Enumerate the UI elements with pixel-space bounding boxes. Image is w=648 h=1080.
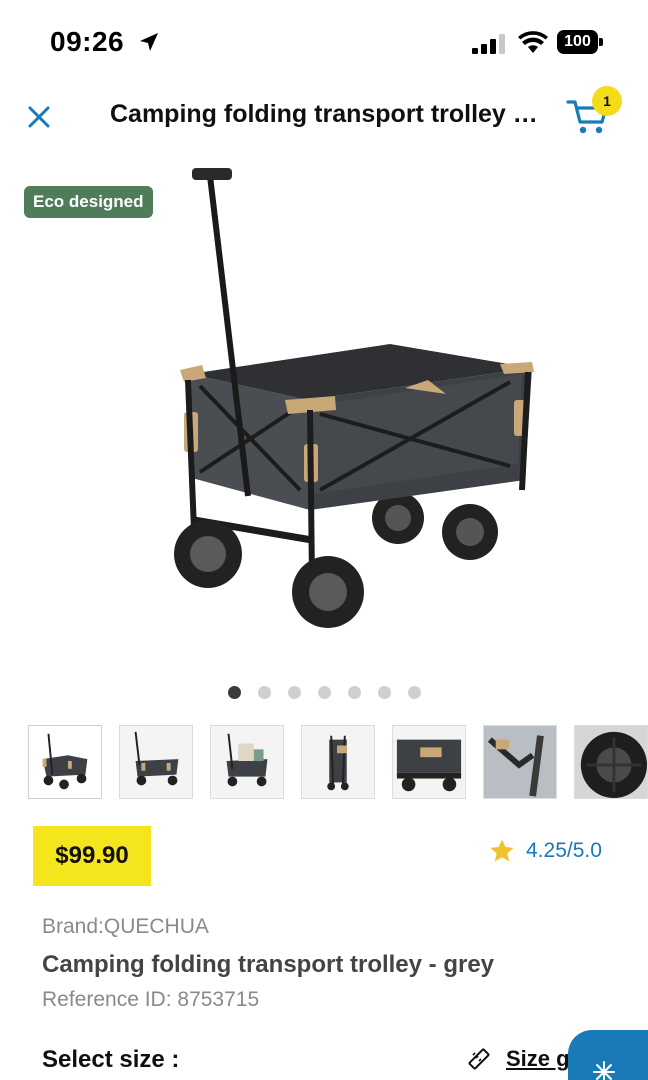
rating-value: 4.25/5.0 bbox=[526, 839, 602, 862]
floating-action-button[interactable] bbox=[568, 1030, 648, 1080]
folding-wagon-image[interactable] bbox=[160, 160, 540, 640]
product-rating[interactable]: 4.25/5.0 bbox=[488, 834, 602, 868]
carousel-dot[interactable] bbox=[348, 686, 361, 699]
select-size-label: Select size : bbox=[42, 1046, 180, 1073]
cart-count-badge: 1 bbox=[592, 86, 622, 116]
price-tag: $99.90 bbox=[33, 826, 151, 886]
carousel-dot[interactable] bbox=[408, 686, 421, 699]
eco-designed-badge: Eco designed bbox=[24, 186, 153, 218]
thumbnail-front[interactable] bbox=[28, 725, 102, 799]
star-icon bbox=[490, 839, 514, 862]
cellular-signal-icon bbox=[472, 34, 505, 54]
wifi-icon bbox=[518, 31, 548, 53]
thumbnail-strip bbox=[28, 725, 648, 799]
carousel-dot[interactable] bbox=[288, 686, 301, 699]
product-name: Camping folding transport trolley - grey bbox=[42, 951, 495, 978]
carousel-dot[interactable] bbox=[378, 686, 391, 699]
carousel-dot[interactable] bbox=[228, 686, 241, 699]
thumbnail-folded[interactable] bbox=[301, 725, 375, 799]
carousel-dot[interactable] bbox=[258, 686, 271, 699]
sparkle-icon bbox=[593, 1061, 615, 1080]
page-title: Camping folding transport trolley - grey bbox=[110, 100, 545, 128]
thumbnail-wheel[interactable] bbox=[574, 725, 648, 799]
carousel-dots bbox=[228, 686, 421, 699]
location-arrow-icon bbox=[140, 33, 158, 51]
status-time: 09:26 bbox=[50, 26, 125, 57]
thumbnail-handle[interactable] bbox=[483, 725, 557, 799]
header: Camping folding transport trolley - grey… bbox=[0, 86, 648, 146]
carousel-dot[interactable] bbox=[318, 686, 331, 699]
status-bar: 09:26 100 bbox=[0, 0, 648, 84]
battery-level: 100 bbox=[557, 30, 598, 54]
brand-label: Brand:QUECHUA bbox=[42, 915, 209, 938]
close-icon[interactable] bbox=[24, 102, 54, 132]
thumbnail-side[interactable] bbox=[119, 725, 193, 799]
ruler-icon bbox=[468, 1048, 490, 1070]
thumbnail-detail[interactable] bbox=[392, 725, 466, 799]
thumbnail-loaded[interactable] bbox=[210, 725, 284, 799]
battery-icon: 100 bbox=[557, 30, 603, 54]
reference-id: Reference ID: 8753715 bbox=[42, 988, 260, 1011]
